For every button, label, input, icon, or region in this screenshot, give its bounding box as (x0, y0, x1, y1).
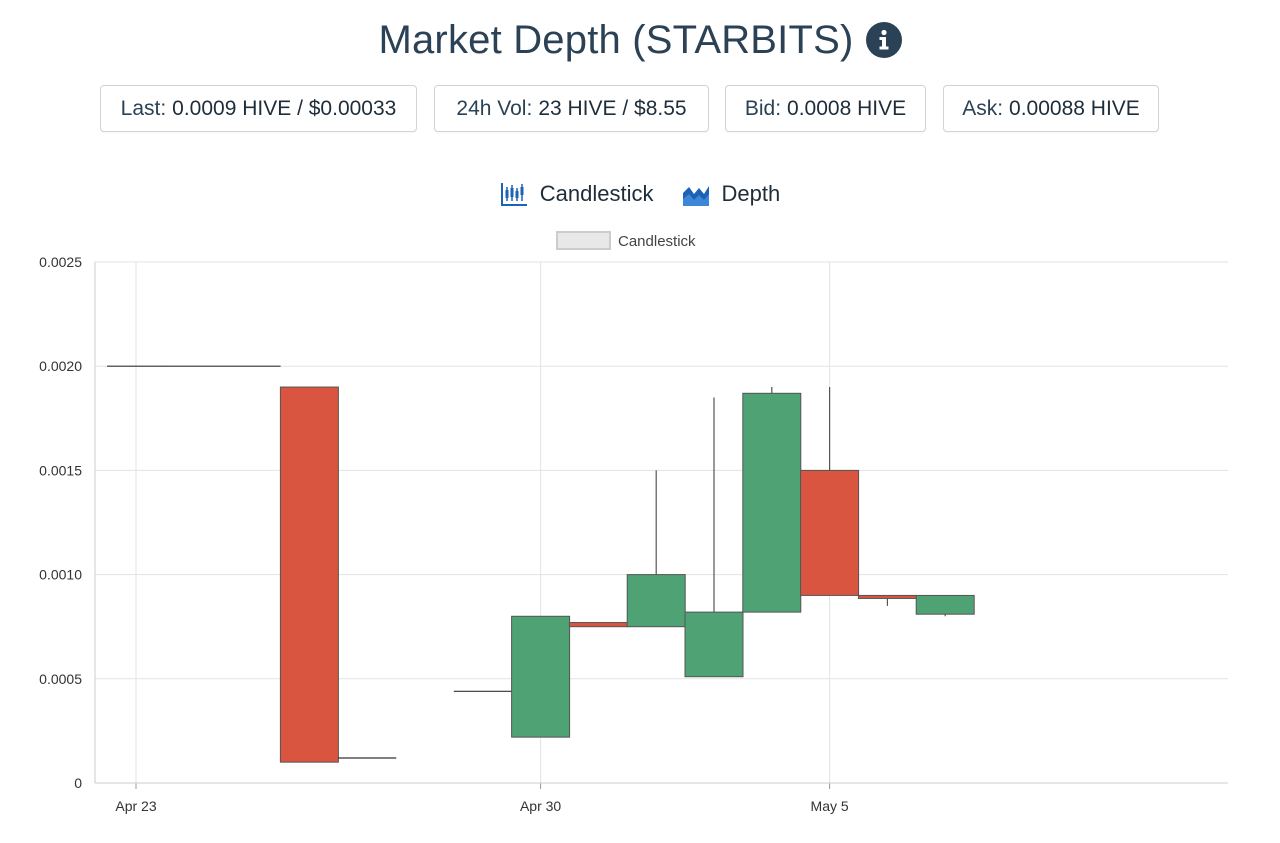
legend-swatch (556, 231, 611, 250)
candle-body (857, 594, 917, 599)
candle (568, 622, 628, 628)
y-tick-label: 0.0025 (39, 254, 82, 270)
stat-value: 23 HIVE / $8.55 (538, 96, 687, 120)
y-tick-label: 0.0015 (39, 462, 82, 478)
chart-grid (95, 261, 1228, 783)
last-price-stat[interactable]: Last: 0.0009 HIVE / $0.00033 (100, 85, 417, 132)
chart-type-tabs: Candlestick Depth (0, 176, 1280, 212)
stat-value: 0.0008 HIVE (787, 96, 907, 120)
title-row: Market Depth (STARBITS) (0, 14, 1280, 66)
x-tick-label: Apr 23 (115, 798, 156, 814)
candle-body (684, 611, 744, 678)
x-tick-label: May 5 (811, 798, 849, 814)
bid-stat[interactable]: Bid: 0.0008 HIVE (725, 85, 926, 132)
stat-label: Last: (120, 96, 167, 120)
candle (915, 594, 975, 617)
candle (684, 397, 744, 678)
area-chart-icon (682, 186, 709, 206)
y-tick-label: 0.0005 (39, 671, 82, 687)
candle (279, 386, 339, 763)
stat-label: Bid: (744, 96, 782, 120)
stat-label: Ask: (962, 96, 1004, 120)
ask-stat[interactable]: Ask: 0.00088 HIVE (943, 85, 1159, 132)
stat-value: 0.0009 HIVE / $0.00033 (172, 96, 397, 120)
page-title: Market Depth (STARBITS) (378, 17, 854, 62)
legend-label: Candlestick (618, 233, 696, 250)
info-circle-icon[interactable] (865, 22, 902, 58)
candle (511, 615, 571, 738)
tab-label: Depth (721, 181, 781, 206)
volume-stat[interactable]: 24h Vol: 23 HIVE / $8.55 (434, 85, 709, 132)
candle-body (568, 622, 628, 628)
candle-body (915, 594, 975, 615)
candle (626, 470, 686, 628)
candle-body (626, 574, 686, 628)
candlestick-chart-icon (500, 183, 527, 206)
chart-legend[interactable]: Candlestick (556, 231, 696, 250)
tab-label: Candlestick (539, 181, 654, 206)
y-tick-label: 0.0010 (39, 567, 82, 583)
candle (742, 387, 802, 613)
tab-candlestick[interactable]: Candlestick (500, 181, 654, 207)
stat-value: 0.00088 HIVE (1009, 96, 1140, 120)
tab-depth[interactable]: Depth (682, 181, 781, 207)
candle-body (742, 392, 802, 613)
candle-body (800, 469, 860, 596)
candlestick-chart: Candlestick 0 0.0005 0.0010 0.0015 0.0020 0.0… (39, 231, 1228, 814)
candle-body (279, 386, 339, 763)
stats-bar: Last: 0.0009 HIVE / $0.00033 24h Vol: 23… (0, 85, 1280, 132)
x-axis: Apr 23 Apr 30 May 5 (95, 782, 1228, 814)
candle (800, 387, 860, 596)
stat-label: 24h Vol: (456, 96, 533, 120)
y-tick-label: 0.0020 (39, 358, 82, 374)
candle (857, 594, 917, 606)
x-tick-label: Apr 30 (520, 798, 561, 814)
candle-body (511, 615, 571, 738)
y-axis: 0 0.0005 0.0010 0.0015 0.0020 0.0025 (39, 254, 96, 791)
y-tick-label: 0 (74, 775, 82, 791)
